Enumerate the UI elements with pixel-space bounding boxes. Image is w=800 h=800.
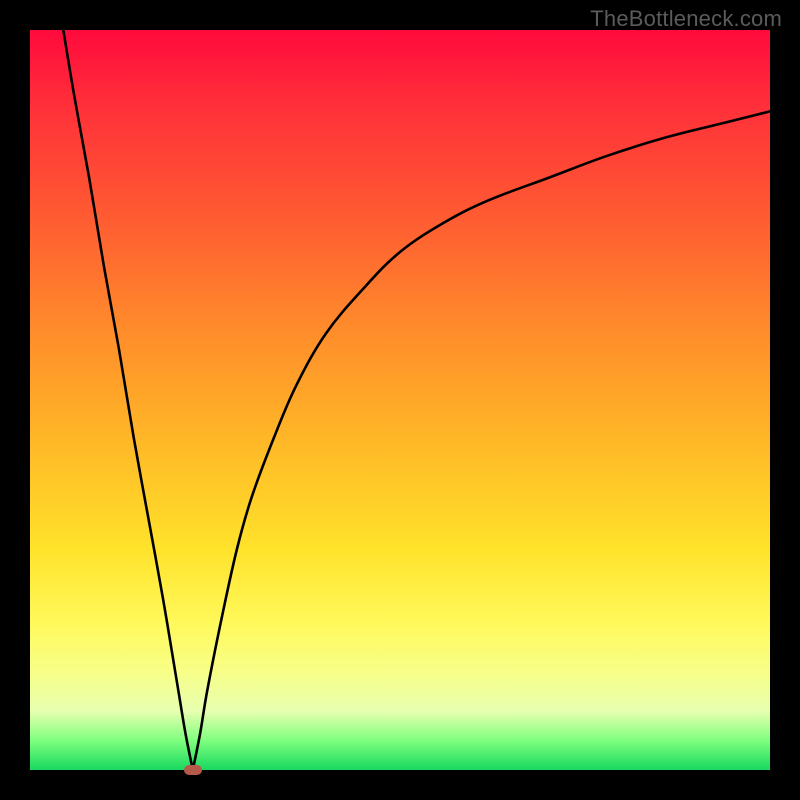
curve-path [63,30,770,775]
optimum-marker [184,765,202,775]
bottleneck-curve [30,30,770,770]
plot-area [30,30,770,770]
chart-frame: TheBottleneck.com [0,0,800,800]
watermark-text: TheBottleneck.com [590,6,782,32]
